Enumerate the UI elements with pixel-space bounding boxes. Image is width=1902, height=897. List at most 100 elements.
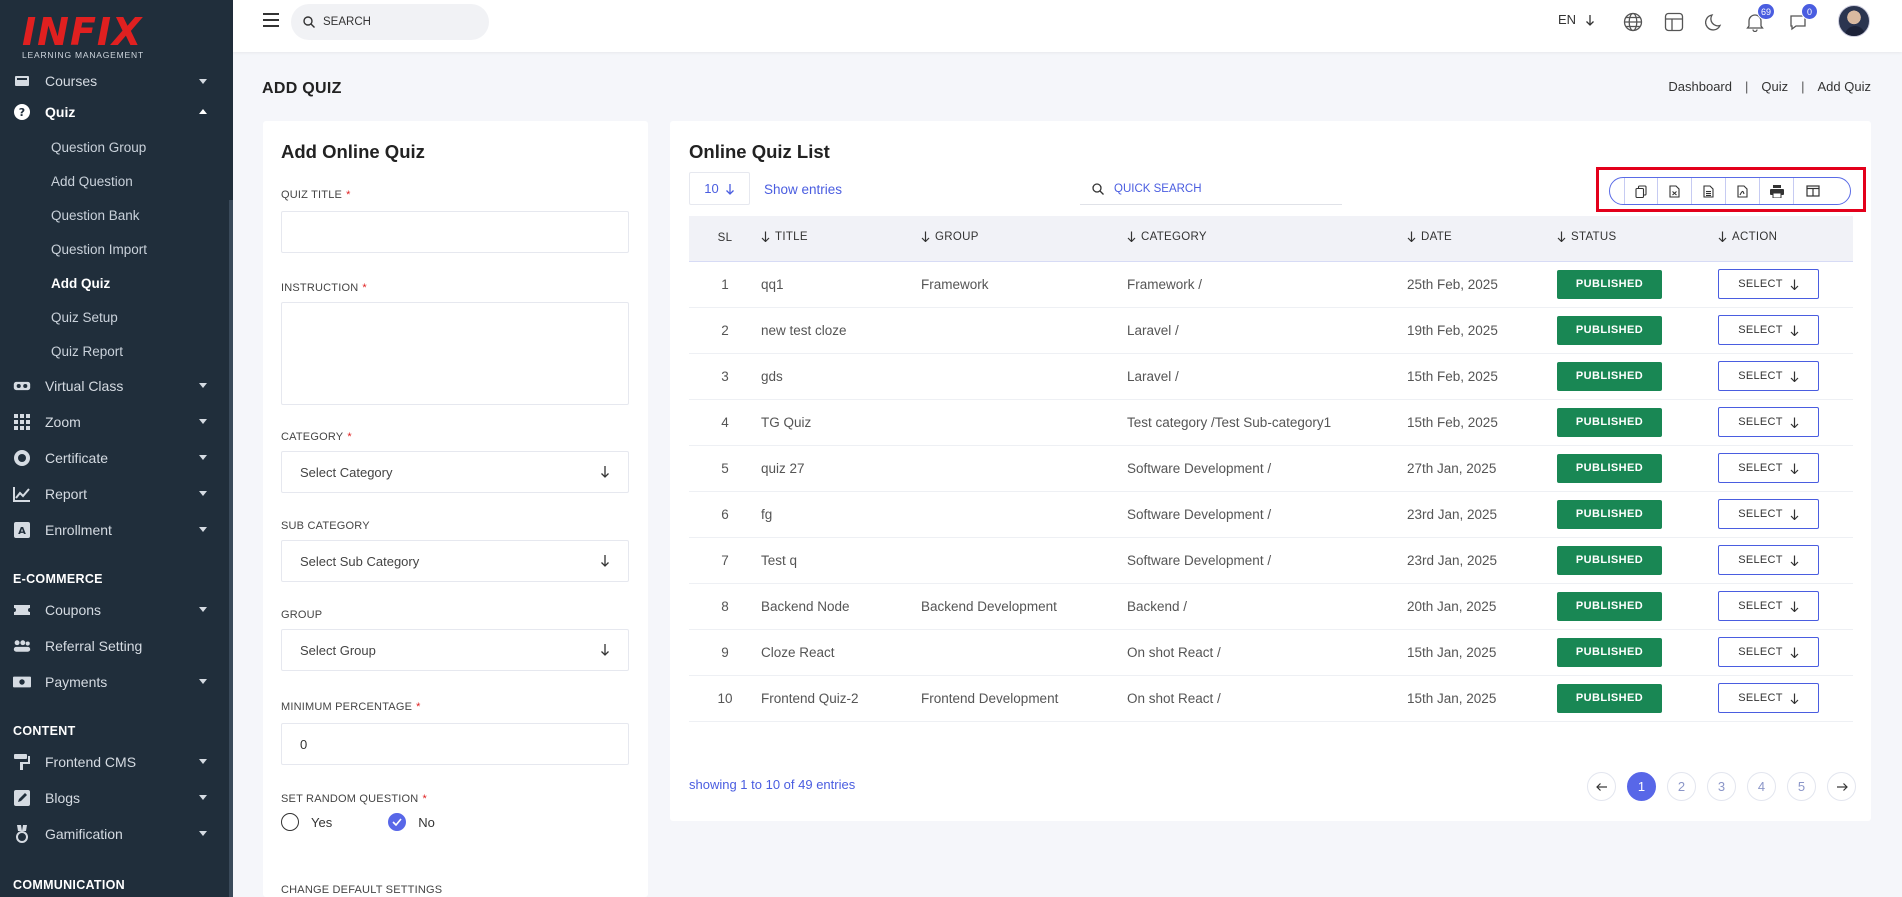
sidebar-item-certificate[interactable]: Certificate: [0, 440, 229, 476]
select-action-button[interactable]: SELECT: [1718, 637, 1819, 667]
pagination-page-5[interactable]: 5: [1787, 772, 1816, 801]
sidebar-item-report[interactable]: Report: [0, 476, 229, 512]
select-action-button[interactable]: SELECT: [1718, 591, 1819, 621]
chart-icon: [13, 485, 31, 503]
sidebar-item-frontend-cms[interactable]: Frontend CMS: [0, 744, 229, 780]
column-header-category[interactable]: CATEGORY: [1127, 216, 1407, 262]
list-title: Online Quiz List: [689, 141, 830, 162]
column-header-date[interactable]: DATE: [1407, 216, 1557, 262]
columns-button[interactable]: [1794, 178, 1832, 204]
sidebar-item-quiz[interactable]: ? Quiz: [0, 94, 229, 130]
instruction-textarea[interactable]: [282, 303, 628, 404]
select-action-button[interactable]: SELECT: [1718, 683, 1819, 713]
sidebar-item-payments[interactable]: Payments: [0, 664, 229, 700]
chevron-down-icon: [199, 491, 207, 496]
messages-icon[interactable]: 0: [1786, 3, 1818, 34]
copy-button[interactable]: [1624, 178, 1658, 204]
pagination-page-4[interactable]: 4: [1747, 772, 1776, 801]
entries-per-page-select[interactable]: 10: [689, 172, 750, 205]
select-label: SELECT: [1738, 646, 1783, 658]
column-header-action[interactable]: ACTION: [1718, 216, 1853, 262]
sidebar-subitem-question-bank[interactable]: Question Bank: [0, 198, 229, 232]
select-action-button[interactable]: SELECT: [1718, 407, 1819, 437]
print-button[interactable]: [1760, 178, 1794, 204]
excel-button[interactable]: [1692, 178, 1726, 204]
cell-status: PUBLISHED: [1557, 675, 1718, 722]
pdf-button[interactable]: [1726, 178, 1760, 204]
question-icon: ?: [13, 103, 31, 121]
cell-group: [921, 399, 1127, 446]
sidebar-item-virtual-class[interactable]: Virtual Class: [0, 368, 229, 404]
csv-button[interactable]: [1658, 178, 1692, 204]
sidebar: INFIX LEARNING MANAGEMENT Courses ? Quiz…: [0, 0, 233, 897]
sidebar-item-blogs[interactable]: Blogs: [0, 780, 229, 816]
sidebar-item-coupons[interactable]: Coupons: [0, 592, 229, 628]
sidebar-section-communication: COMMUNICATION: [13, 878, 125, 892]
cell-sl: 3: [689, 353, 761, 400]
sidebar-item-courses[interactable]: Courses: [0, 68, 229, 94]
instruction-field[interactable]: [281, 302, 629, 405]
language-selector[interactable]: EN: [1558, 12, 1595, 27]
sidebar-scrollbar[interactable]: [229, 200, 233, 897]
sidebar-item-label: Quiz: [45, 104, 76, 120]
quick-search[interactable]: [1080, 174, 1342, 205]
select-action-button[interactable]: SELECT: [1718, 545, 1819, 575]
brand-logo[interactable]: INFIX LEARNING MANAGEMENT: [22, 12, 152, 62]
arrow-down-icon: [1790, 325, 1799, 336]
column-header-group[interactable]: GROUP: [921, 216, 1127, 262]
sidebar-subitem-add-question[interactable]: Add Question: [0, 164, 229, 198]
quiz-title-field[interactable]: [281, 211, 629, 253]
quiz-title-input[interactable]: [282, 212, 628, 252]
category-select[interactable]: Select Category: [281, 451, 629, 493]
select-action-button[interactable]: SELECT: [1718, 315, 1819, 345]
cell-category: Test category /Test Sub-category1: [1127, 399, 1407, 446]
sidebar-subitem-question-import[interactable]: Question Import: [0, 232, 229, 266]
dark-mode-icon[interactable]: [1703, 10, 1727, 34]
search-input[interactable]: [323, 16, 473, 28]
column-header-status[interactable]: STATUS: [1557, 216, 1718, 262]
sidebar-subitem-question-group[interactable]: Question Group: [0, 130, 229, 164]
table-row: 9 Cloze React On shot React /15th Jan, 202…: [689, 629, 1853, 676]
min-percentage-field[interactable]: [281, 723, 629, 765]
sidebar-item-referral-setting[interactable]: Referral Setting: [0, 628, 229, 664]
pagination-page-3[interactable]: 3: [1707, 772, 1736, 801]
globe-icon[interactable]: [1621, 10, 1645, 34]
breadcrumb-dashboard[interactable]: Dashboard: [1668, 79, 1732, 94]
min-percentage-input[interactable]: [282, 724, 628, 764]
cell-group: Frontend Development: [921, 675, 1127, 722]
layout-icon[interactable]: [1662, 10, 1686, 34]
sidebar-item-zoom[interactable]: Zoom: [0, 404, 229, 440]
select-action-button[interactable]: SELECT: [1718, 453, 1819, 483]
radio-no[interactable]: [388, 813, 407, 831]
select-action-button[interactable]: SELECT: [1718, 269, 1819, 299]
column-header-title[interactable]: TITLE: [761, 216, 921, 262]
sidebar-subitem-quiz-report[interactable]: Quiz Report: [0, 334, 229, 368]
cell-sl: 6: [689, 491, 761, 538]
notifications-icon[interactable]: 69: [1743, 3, 1775, 34]
user-avatar[interactable]: [1838, 5, 1870, 37]
sidebar-subitem-add-quiz[interactable]: Add Quiz: [0, 266, 229, 300]
pagination-page-1[interactable]: 1: [1627, 772, 1656, 801]
quick-search-input[interactable]: [1114, 183, 1314, 195]
select-action-button[interactable]: SELECT: [1718, 361, 1819, 391]
cell-sl: 5: [689, 445, 761, 492]
menu-toggle-icon[interactable]: [263, 13, 279, 27]
global-search[interactable]: [291, 4, 489, 40]
min-percentage-label: MINIMUM PERCENTAGE *: [281, 701, 421, 713]
pagination-prev[interactable]: [1587, 772, 1616, 801]
pagination-next[interactable]: [1827, 772, 1856, 801]
select-label: SELECT: [1738, 370, 1783, 382]
sort-arrow-icon: [1407, 231, 1416, 245]
sidebar-item-enrollment[interactable]: A Enrollment: [0, 512, 229, 548]
column-header-sl[interactable]: SL: [689, 216, 761, 262]
select-action-button[interactable]: SELECT: [1718, 499, 1819, 529]
radio-yes[interactable]: [281, 813, 299, 831]
sidebar-item-gamification[interactable]: Gamification: [0, 816, 229, 852]
sidebar-item-label: Frontend CMS: [45, 754, 137, 770]
breadcrumb-quiz[interactable]: Quiz: [1761, 79, 1788, 94]
sidebar-subitem-quiz-setup[interactable]: Quiz Setup: [0, 300, 229, 334]
cell-action: SELECT: [1718, 353, 1853, 400]
pagination-page-2[interactable]: 2: [1667, 772, 1696, 801]
sub-category-select[interactable]: Select Sub Category: [281, 540, 629, 582]
group-select[interactable]: Select Group: [281, 629, 629, 671]
